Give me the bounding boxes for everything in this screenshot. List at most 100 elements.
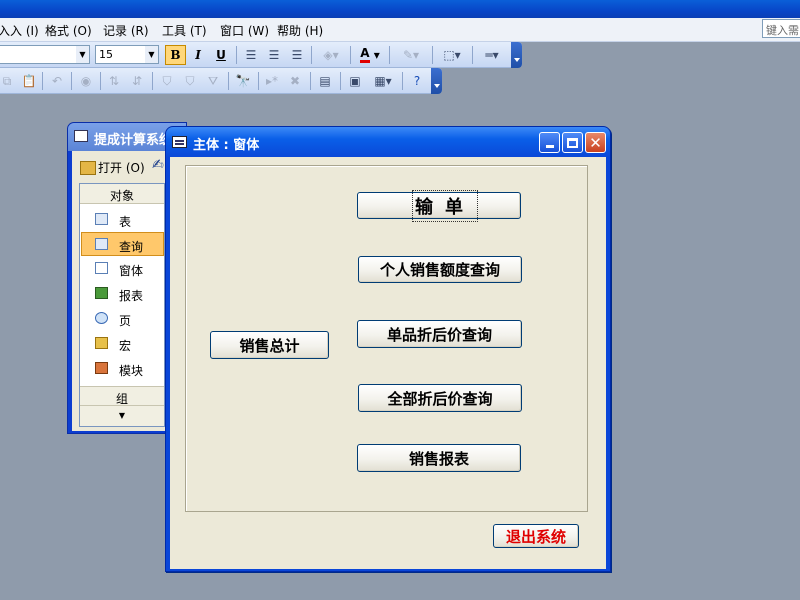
underline-button[interactable]: U xyxy=(211,45,231,65)
font-color-label: A xyxy=(360,47,370,63)
form-icon xyxy=(95,262,108,274)
align-left-icon[interactable]: ☰ xyxy=(241,45,261,65)
toolbar-separator xyxy=(472,46,473,64)
menu-tools[interactable]: 工具 (T) xyxy=(162,22,207,39)
menu-format[interactable]: 格式 (O) xyxy=(45,22,92,39)
paste-icon[interactable]: 📋 xyxy=(20,71,38,91)
toolbar-options-icon[interactable] xyxy=(431,68,442,94)
toolbar-separator xyxy=(258,72,259,90)
toolbar-separator xyxy=(310,72,311,90)
sort-descending-icon[interactable]: ⇵ xyxy=(127,71,147,91)
toolbar-separator xyxy=(71,72,72,90)
maximize-icon xyxy=(567,137,578,148)
table-icon xyxy=(95,213,108,225)
toolbar-separator xyxy=(311,46,312,64)
app-titlebar xyxy=(0,0,800,18)
open-label: 打开 (O) xyxy=(98,161,145,175)
toolbar-separator xyxy=(432,46,433,64)
module-icon xyxy=(95,362,108,374)
bold-button[interactable]: B xyxy=(165,45,186,65)
groups-header[interactable]: 组 xyxy=(80,386,164,406)
object-item-modules[interactable]: 模块 xyxy=(82,357,164,381)
apply-filter-icon[interactable]: ⛛ xyxy=(203,71,223,91)
objects-panel: 对象 表 查询 窗体 报表 页 宏 模块 组 ▼ xyxy=(79,183,165,427)
new-object-icon[interactable]: ▦▾ xyxy=(368,71,398,91)
object-item-label: 宏 xyxy=(119,339,132,353)
font-size-value: 15 xyxy=(99,48,113,61)
menu-bar: 入入 (I) 格式 (O) 记录 (R) 工具 (T) 窗口 (W) 帮助 (H… xyxy=(0,18,800,42)
chevron-down-icon[interactable]: ▼ xyxy=(76,46,89,63)
form-client-area: 输单 个人销售额度查询 销售总计 单品折后价查询 全部折后价查询 销售报表 退出… xyxy=(170,157,606,569)
help-icon[interactable]: ? xyxy=(407,71,427,91)
object-item-label: 页 xyxy=(119,314,132,328)
database-window-title: 提成计算系统 xyxy=(94,133,173,148)
open-folder-icon xyxy=(80,161,96,175)
object-item-label: 报表 xyxy=(119,289,144,303)
filter-by-selection-icon[interactable]: ⛉ xyxy=(157,71,177,91)
font-name-combo[interactable]: ▼ xyxy=(0,45,90,64)
objects-header[interactable]: 对象 xyxy=(80,184,164,204)
chevron-down-icon[interactable]: ▼ xyxy=(80,406,164,426)
exit-system-button[interactable]: 退出系统 xyxy=(493,524,579,548)
report-icon xyxy=(95,287,108,299)
object-item-label: 表 xyxy=(119,215,132,229)
single-discount-query-button[interactable]: 单品折后价查询 xyxy=(357,320,522,348)
menu-window[interactable]: 窗口 (W) xyxy=(220,22,269,39)
sales-report-button[interactable]: 销售报表 xyxy=(357,444,521,472)
toolbar-separator xyxy=(100,72,101,90)
close-icon: ✕ xyxy=(589,133,602,152)
object-item-reports[interactable]: 报表 xyxy=(82,282,164,306)
maximize-button[interactable] xyxy=(562,132,583,153)
new-record-icon[interactable]: ▸* xyxy=(262,71,282,91)
open-button[interactable]: 打开 (O) xyxy=(80,159,145,176)
object-item-tables[interactable]: 表 xyxy=(82,208,164,232)
formatting-toolbar: ▼ 15 ▼ B I U ☰ ☰ ☰ ◈▾ A ▾ ✎▾ ⬚▾ ═▾ xyxy=(0,42,522,68)
page-icon xyxy=(95,312,108,324)
object-item-label: 模块 xyxy=(119,364,144,378)
form-titlebar[interactable]: 主体 : 窗体 ✕ xyxy=(166,127,610,157)
menu-insert[interactable]: 入入 (I) xyxy=(0,22,39,39)
copy-icon[interactable]: ⧉ xyxy=(0,71,16,91)
fill-color-icon[interactable]: ◈▾ xyxy=(316,45,346,65)
delete-record-icon[interactable]: ✖ xyxy=(285,71,305,91)
object-item-queries[interactable]: 查询 xyxy=(81,232,164,256)
object-item-forms[interactable]: 窗体 xyxy=(82,257,164,281)
toolbar-separator xyxy=(152,72,153,90)
toolbar-separator xyxy=(389,46,390,64)
help-search-input[interactable]: 键入需 xyxy=(762,19,800,38)
menu-help[interactable]: 帮助 (H) xyxy=(277,22,323,39)
form-icon xyxy=(172,136,187,148)
properties-icon[interactable]: ▤ xyxy=(315,71,335,91)
filter-by-form-icon[interactable]: ⛉ xyxy=(180,71,200,91)
personal-sales-query-button[interactable]: 个人销售额度查询 xyxy=(358,256,522,283)
object-item-label: 窗体 xyxy=(119,264,144,278)
chevron-down-icon[interactable]: ▼ xyxy=(145,46,158,63)
toolbar-options-icon[interactable] xyxy=(511,42,522,68)
database-window-icon[interactable]: ▣ xyxy=(345,71,365,91)
line-color-icon[interactable]: ✎▾ xyxy=(394,45,428,65)
toolbar-separator xyxy=(236,46,237,64)
object-item-macros[interactable]: 宏 xyxy=(82,332,164,356)
close-button[interactable]: ✕ xyxy=(585,132,606,153)
input-order-button[interactable]: 输单 xyxy=(357,189,521,222)
hyperlink-icon[interactable]: ◉ xyxy=(76,71,96,91)
align-right-icon[interactable]: ☰ xyxy=(287,45,307,65)
all-discount-query-button[interactable]: 全部折后价查询 xyxy=(358,384,522,412)
menu-records[interactable]: 记录 (R) xyxy=(103,22,149,39)
toolbar-separator xyxy=(42,72,43,90)
line-width-icon[interactable]: ═▾ xyxy=(476,45,508,65)
sort-ascending-icon[interactable]: ⇅ xyxy=(104,71,124,91)
font-color-button[interactable]: A ▾ xyxy=(355,45,385,65)
sales-total-button[interactable]: 销售总计 xyxy=(210,331,329,359)
minimize-icon xyxy=(545,145,554,148)
find-icon[interactable]: 🔭 xyxy=(233,71,253,91)
border-icon[interactable]: ⬚▾ xyxy=(436,45,468,65)
italic-button[interactable]: I xyxy=(188,45,208,65)
object-item-pages[interactable]: 页 xyxy=(82,307,164,331)
align-center-icon[interactable]: ☰ xyxy=(264,45,284,65)
standard-toolbar: ⧉ 📋 ↶ ◉ ⇅ ⇵ ⛉ ⛉ ⛛ 🔭 ▸* ✖ ▤ ▣ ▦▾ ? xyxy=(0,68,442,94)
query-icon xyxy=(95,238,108,250)
undo-icon[interactable]: ↶ xyxy=(47,71,67,91)
minimize-button[interactable] xyxy=(539,132,560,153)
font-size-combo[interactable]: 15 ▼ xyxy=(95,45,159,64)
